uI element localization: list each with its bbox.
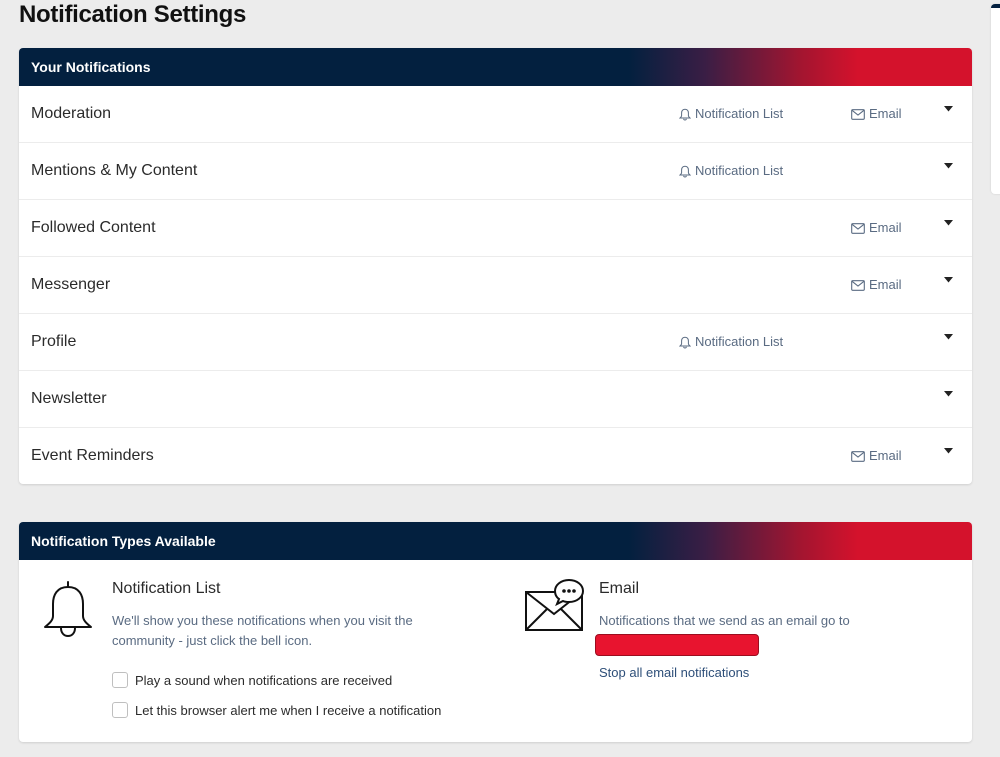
email-tag: Email	[851, 86, 902, 142]
notification-row-label: Profile	[31, 333, 77, 350]
email-tag: Email	[851, 200, 902, 256]
notification-list-tag-label: Notification List	[695, 334, 784, 349]
notification-row[interactable]: Moderation Notification List Email	[19, 86, 972, 142]
email-tag-label: Email	[869, 277, 902, 292]
sound-checkbox[interactable]	[112, 672, 128, 688]
notification-types-header: Notification Types Available	[19, 522, 972, 560]
sound-option[interactable]: Play a sound when notifications are rece…	[112, 672, 392, 688]
expand-row-toggle[interactable]	[943, 332, 953, 342]
expand-row-toggle[interactable]	[943, 389, 953, 399]
stop-email-notifications-link[interactable]: Stop all email notifications	[599, 665, 749, 680]
email-tag-label: Email	[869, 106, 902, 121]
your-notifications-card: Your Notifications Moderation Notificatio…	[19, 48, 972, 484]
notification-row[interactable]: Profile Notification List	[19, 313, 972, 370]
expand-row-toggle[interactable]	[943, 275, 953, 285]
notification-row[interactable]: Messenger Email	[19, 256, 972, 313]
notification-list-desc-line2: community - just click the bell icon.	[112, 633, 313, 648]
browser-alert-option-label: Let this browser alert me when I receive…	[135, 702, 442, 718]
email-tag-label: Email	[869, 448, 902, 463]
email-title: Email	[599, 580, 640, 597]
notification-rows: Moderation Notification List Email Mentions…	[19, 86, 972, 484]
notification-types-card: Notification Types Available Notificatio…	[19, 522, 972, 742]
notification-row-label: Followed Content	[31, 219, 156, 236]
notification-row-label: Moderation	[31, 105, 112, 122]
notification-list-description: We'll show you these notifications when …	[112, 611, 413, 651]
notification-list-tag: Notification List	[679, 86, 783, 142]
notification-list-tag-label: Notification List	[695, 163, 784, 178]
page-title: Notification Settings	[19, 1, 247, 28]
email-tag-label: Email	[869, 220, 902, 235]
redacted-email-address	[595, 634, 759, 656]
expand-row-toggle[interactable]	[943, 446, 953, 456]
bell-icon	[44, 581, 92, 638]
right-rail-panel	[991, 4, 1000, 194]
notification-row[interactable]: Mentions & My Content Notification List	[19, 142, 972, 199]
notification-row-label: Messenger	[31, 276, 111, 293]
caret-down-icon	[943, 448, 953, 454]
notification-row-label: Newsletter	[31, 390, 107, 407]
notification-row[interactable]: Newsletter	[19, 370, 972, 427]
envelope-small-icon	[851, 450, 865, 462]
bell-small-icon	[679, 108, 691, 121]
expand-row-toggle[interactable]	[943, 161, 953, 171]
email-tag: Email	[851, 428, 902, 484]
browser-alert-checkbox[interactable]	[112, 702, 128, 718]
notification-list-desc-line1: We'll show you these notifications when …	[112, 613, 413, 628]
caret-down-icon	[943, 220, 953, 226]
email-tag: Email	[851, 257, 902, 313]
caret-down-icon	[943, 391, 953, 397]
bell-small-icon	[679, 165, 691, 178]
caret-down-icon	[943, 277, 953, 283]
expand-row-toggle[interactable]	[943, 218, 953, 228]
notification-list-tag: Notification List	[679, 314, 783, 370]
caret-down-icon	[943, 163, 953, 169]
caret-down-icon	[943, 334, 953, 340]
envelope-small-icon	[851, 222, 865, 234]
sound-option-label: Play a sound when notifications are rece…	[135, 672, 393, 688]
notification-row-label: Mentions & My Content	[31, 162, 198, 179]
notification-list-tag: Notification List	[679, 143, 783, 199]
notification-types-body: Notification List We'll show you these n…	[19, 560, 972, 742]
email-chat-icon	[525, 578, 585, 631]
browser-alert-option[interactable]: Let this browser alert me when I receive…	[112, 702, 441, 718]
envelope-small-icon	[851, 108, 865, 120]
expand-row-toggle[interactable]	[943, 104, 953, 114]
notification-row-label: Event Reminders	[31, 447, 154, 464]
caret-down-icon	[943, 106, 953, 112]
notification-list-title: Notification List	[112, 580, 221, 597]
envelope-small-icon	[851, 279, 865, 291]
bell-small-icon	[679, 336, 691, 349]
notification-list-tag-label: Notification List	[695, 106, 784, 121]
notification-row[interactable]: Event Reminders Email	[19, 427, 972, 484]
your-notifications-header: Your Notifications	[19, 48, 972, 86]
email-description: Notifications that we send as an email g…	[599, 613, 850, 628]
notification-row[interactable]: Followed Content Email	[19, 199, 972, 256]
